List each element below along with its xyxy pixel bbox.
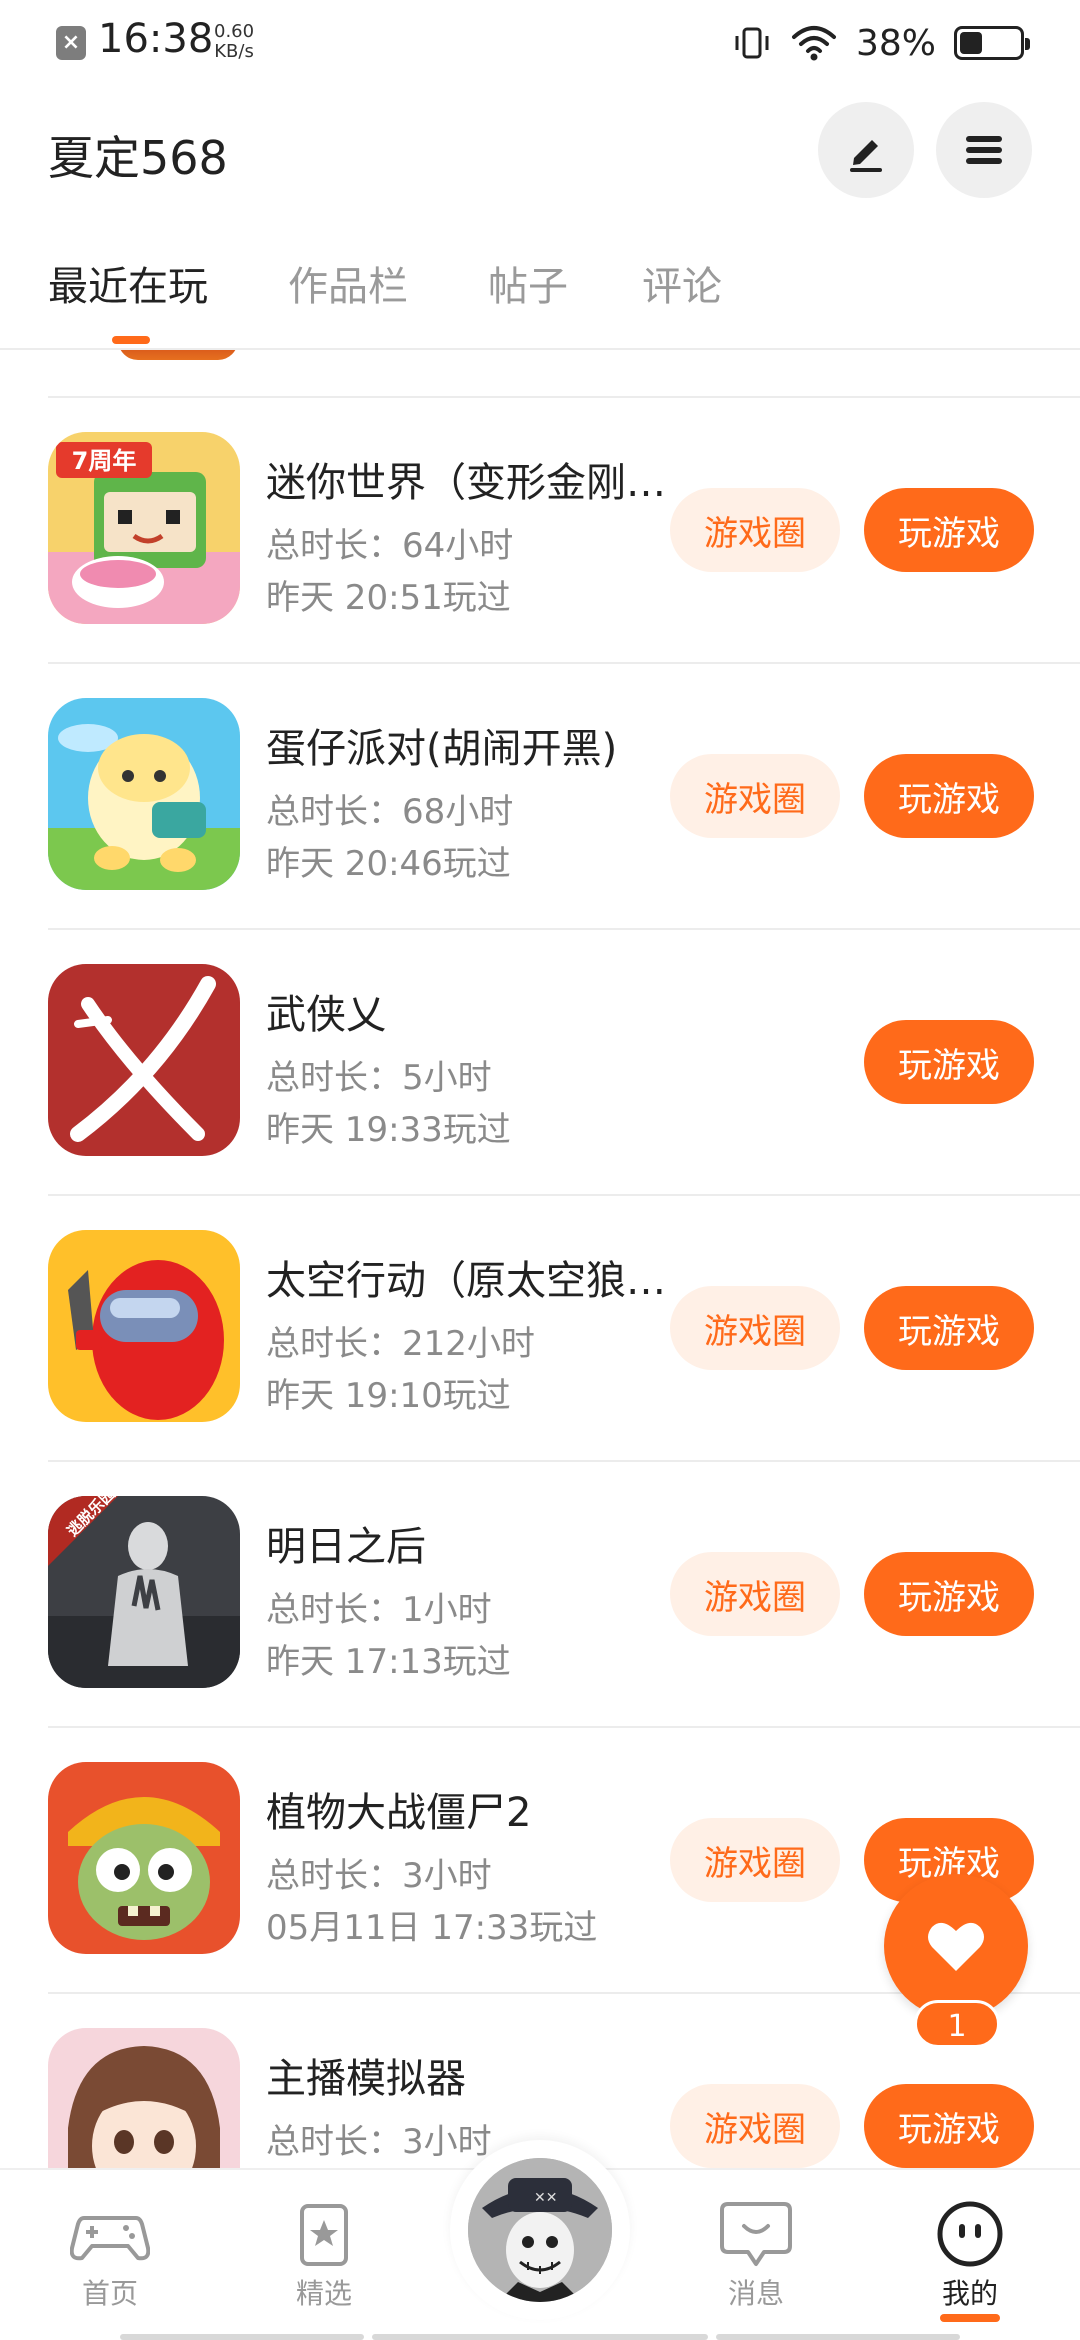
battery-icon bbox=[954, 26, 1030, 60]
game-title: 太空行动（原太空狼人杀） bbox=[266, 1258, 686, 1304]
nav-featured-label: 精选 bbox=[295, 2277, 352, 2310]
network-speed-value: 0.60 bbox=[214, 21, 255, 42]
game-circle-button[interactable]: 游戏圈 bbox=[670, 2084, 840, 2168]
game-last-played: 昨天 20:51玩过 bbox=[266, 578, 511, 618]
list-item-partial bbox=[48, 350, 1080, 364]
game-last-played: 05月11日 17:33玩过 bbox=[266, 1908, 598, 1948]
lifeafter-game-icon: 逃脱乐园 bbox=[48, 1496, 240, 1688]
tab-recently-played[interactable]: 最近在玩 bbox=[48, 254, 208, 312]
tab-comments[interactable]: 评论 bbox=[642, 254, 722, 312]
game-circle-button[interactable]: 游戏圈 bbox=[670, 1818, 840, 1902]
play-game-button[interactable]: 玩游戏 bbox=[864, 754, 1034, 838]
bottom-navigation: 首页 精选 ✕✕ 消息 我的 bbox=[0, 2140, 1080, 2340]
list-item[interactable]: 逃脱乐园 明日之后 总时长：1小时 昨天 17:13玩过 游戏圈 玩游戏 bbox=[48, 1460, 1080, 1726]
game-title: 蛋仔派对(胡闹开黑) bbox=[266, 726, 618, 772]
game-icon-partial bbox=[118, 350, 238, 360]
game-title: 主播模拟器 bbox=[266, 2056, 466, 2102]
list-item[interactable]: 武侠乂 总时长：5小时 昨天 19:33玩过 玩游戏 bbox=[48, 928, 1080, 1194]
svg-text:✕✕: ✕✕ bbox=[534, 2190, 557, 2206]
nav-home[interactable]: 首页 bbox=[50, 2200, 170, 2312]
nav-home-label: 首页 bbox=[81, 2277, 138, 2310]
game-duration: 总时长：3小时 bbox=[266, 2122, 492, 2162]
tab-works[interactable]: 作品栏 bbox=[288, 254, 408, 312]
mini-world-game-icon: 7周年 bbox=[48, 432, 240, 624]
nav-active-indicator bbox=[940, 2314, 1000, 2322]
game-circle-button[interactable]: 游戏圈 bbox=[670, 488, 840, 572]
game-circle-button[interactable]: 游戏圈 bbox=[670, 754, 840, 838]
app-screen: × 16:38 0.60 KB/s 38% 夏定568 最近在玩 作品栏 帖子 … bbox=[0, 0, 1080, 2340]
mini-world-badge-text: 7周年 bbox=[72, 447, 137, 475]
game-title: 明日之后 bbox=[266, 1524, 426, 1570]
network-speed-unit: KB/s bbox=[214, 41, 254, 62]
play-game-button[interactable]: 玩游戏 bbox=[864, 488, 1034, 572]
game-circle-button[interactable]: 游戏圈 bbox=[670, 1552, 840, 1636]
profile-icon bbox=[937, 2201, 1003, 2267]
game-duration: 总时长：1小时 bbox=[266, 1590, 492, 1630]
nav-messages[interactable]: 消息 bbox=[696, 2200, 816, 2312]
streamer-simulator-game-icon bbox=[48, 2028, 240, 2168]
tab-posts[interactable]: 帖子 bbox=[488, 254, 568, 312]
menu-button[interactable] bbox=[936, 102, 1032, 198]
game-last-played: 昨天 20:46玩过 bbox=[266, 844, 511, 884]
tab-active-indicator bbox=[112, 336, 150, 344]
play-game-button[interactable]: 玩游戏 bbox=[864, 1286, 1034, 1370]
battery-level bbox=[960, 32, 982, 54]
edit-button[interactable] bbox=[818, 102, 914, 198]
wifi-icon bbox=[791, 26, 836, 61]
list-item[interactable]: 7周年 迷你世界（变形金刚联动） 总时长：64小时 昨天 20:51玩过 游戏圈… bbox=[48, 396, 1080, 662]
list-item[interactable]: 蛋仔派对(胡闹开黑) 总时长：68小时 昨天 20:46玩过 游戏圈 玩游戏 bbox=[48, 662, 1080, 928]
star-icon bbox=[300, 2204, 348, 2266]
game-last-played: 昨天 19:10玩过 bbox=[266, 1376, 511, 1416]
list-item[interactable]: 太空行动（原太空狼人杀） 总时长：212小时 昨天 19:10玩过 游戏圈 玩游… bbox=[48, 1194, 1080, 1460]
battery-percent: 38% bbox=[855, 22, 936, 64]
play-game-button[interactable]: 玩游戏 bbox=[864, 1552, 1034, 1636]
nav-profile[interactable]: 我的 bbox=[910, 2200, 1030, 2322]
game-duration: 总时长：5小时 bbox=[266, 1058, 492, 1098]
game-last-played: 昨天 17:13玩过 bbox=[266, 1642, 511, 1682]
status-bar: × 16:38 0.60 KB/s 38% bbox=[0, 0, 1080, 88]
game-duration: 总时长：212小时 bbox=[266, 1324, 535, 1364]
plants-vs-zombies-game-icon bbox=[48, 1762, 240, 1954]
pen-icon bbox=[850, 140, 882, 172]
wuxia-yi-game-icon bbox=[48, 964, 240, 1156]
eggy-party-game-icon bbox=[48, 698, 240, 890]
game-title: 植物大战僵尸2 bbox=[266, 1790, 532, 1836]
gesture-bar-segment bbox=[120, 2334, 364, 2340]
network-speed: 0.60 KB/s bbox=[214, 22, 254, 62]
space-action-game-icon bbox=[48, 1230, 240, 1422]
game-duration: 总时长：64小时 bbox=[266, 526, 514, 566]
game-last-played: 昨天 19:33玩过 bbox=[266, 1110, 511, 1150]
profile-tabs: 最近在玩 作品栏 帖子 评论 bbox=[0, 240, 1080, 350]
gesture-bar-segment bbox=[716, 2334, 960, 2340]
game-circle-button[interactable]: 游戏圈 bbox=[670, 1286, 840, 1370]
message-icon bbox=[720, 2202, 792, 2266]
nav-messages-label: 消息 bbox=[727, 2277, 784, 2310]
nav-profile-label: 我的 bbox=[941, 2277, 998, 2310]
play-game-button[interactable]: 玩游戏 bbox=[864, 1020, 1034, 1104]
like-count-badge: 1 bbox=[914, 2000, 1000, 2048]
game-duration: 总时长：3小时 bbox=[266, 1856, 492, 1896]
gamepad-icon bbox=[70, 2216, 150, 2261]
profile-username: 夏定568 bbox=[48, 131, 228, 185]
play-game-button[interactable]: 玩游戏 bbox=[864, 2084, 1034, 2168]
game-title: 武侠乂 bbox=[266, 992, 386, 1038]
menu-icon bbox=[966, 136, 1002, 164]
avatar: ✕✕ bbox=[468, 2158, 612, 2302]
game-duration: 总时长：68小时 bbox=[266, 792, 514, 832]
nav-featured[interactable]: 精选 bbox=[264, 2200, 384, 2312]
notification-close-icon: × bbox=[56, 26, 86, 60]
game-title: 迷你世界（变形金刚联动） bbox=[266, 460, 686, 506]
status-time: 16:38 bbox=[98, 16, 214, 62]
nav-avatar-button[interactable]: ✕✕ bbox=[450, 2140, 630, 2320]
like-floating-button[interactable] bbox=[884, 1874, 1028, 2018]
heart-icon bbox=[928, 1922, 984, 1971]
status-icons: 38% bbox=[732, 18, 1030, 68]
profile-header: 夏定568 bbox=[0, 96, 1080, 206]
gesture-bar-segment bbox=[372, 2334, 708, 2340]
vibrate-icon bbox=[735, 27, 769, 59]
